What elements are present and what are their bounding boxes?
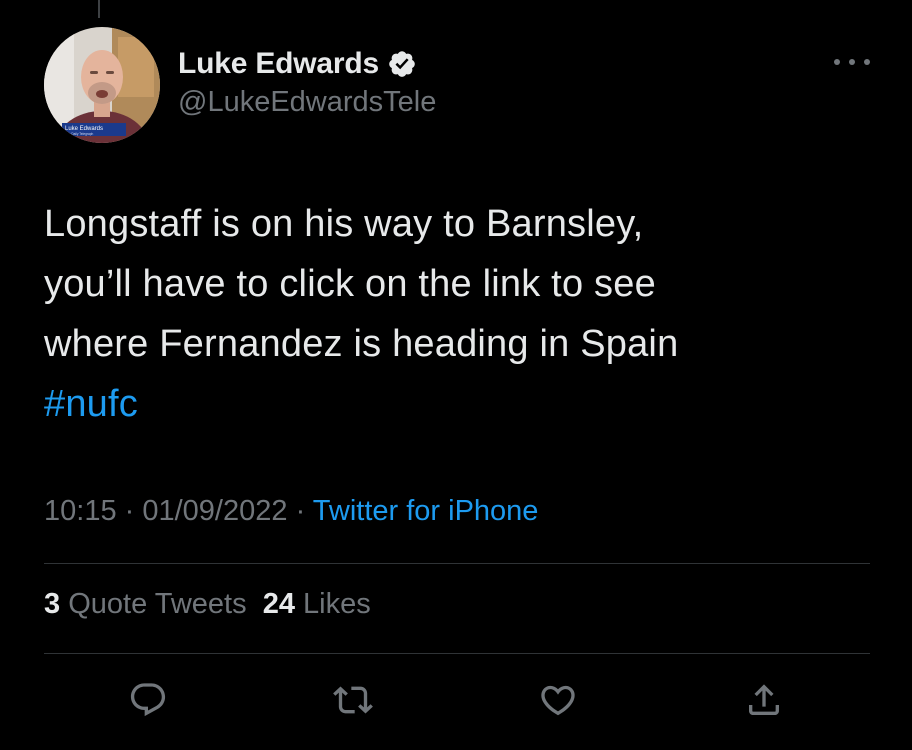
retweet-icon[interactable] <box>333 680 373 720</box>
tweet-line: you’ll have to click on the link to see <box>44 263 656 305</box>
tweet-source-link[interactable]: Twitter for iPhone <box>313 495 539 527</box>
author-name-row[interactable]: Luke Edwards <box>178 44 417 84</box>
verified-badge-icon <box>387 49 417 79</box>
quote-tweets-stat[interactable]: 3 Quote Tweets <box>44 588 247 620</box>
like-icon[interactable] <box>538 680 578 720</box>
tweet-text: Longstaff is on his way to Barnsley, you… <box>44 194 864 434</box>
avatar-photo: Luke Edwards The Daily Telegraph <box>44 27 160 143</box>
quote-tweets-label: Quote Tweets <box>60 588 247 620</box>
thread-connector-line <box>98 0 100 18</box>
tweet-line: Longstaff is on his way to Barnsley, <box>44 203 644 245</box>
likes-stat[interactable]: 24 Likes <box>263 588 371 620</box>
reply-icon[interactable] <box>128 680 168 720</box>
more-options-icon[interactable] <box>834 50 870 74</box>
more-dot <box>864 59 870 65</box>
quote-tweets-count: 3 <box>44 588 61 620</box>
divider <box>44 563 870 564</box>
author-handle[interactable]: @LukeEdwardsTele <box>178 86 436 119</box>
display-name[interactable]: Luke Edwards <box>178 47 379 81</box>
meta-separator: · <box>287 495 313 527</box>
more-dot <box>834 59 840 65</box>
hashtag-link[interactable]: #nufc <box>44 383 138 425</box>
tweet-date[interactable]: 01/09/2022 <box>142 495 287 527</box>
avatar-caption-org: The Daily Telegraph <box>65 132 94 136</box>
share-icon[interactable] <box>744 680 784 720</box>
meta-separator: · <box>116 495 143 527</box>
more-dot <box>849 59 855 65</box>
divider <box>44 653 870 654</box>
avatar[interactable]: Luke Edwards The Daily Telegraph <box>44 27 160 143</box>
likes-count: 24 <box>262 588 295 620</box>
tweet-meta: 10:15 · 01/09/2022 · Twitter for iPhone <box>44 495 538 528</box>
tweet-time[interactable]: 10:15 <box>44 495 117 527</box>
tweet-actions-bar <box>0 680 912 724</box>
engagement-stats: 3 Quote Tweets 24 Likes <box>44 588 371 621</box>
tweet-line: where Fernandez is heading in Spain <box>44 323 679 365</box>
likes-label: Likes <box>295 588 371 620</box>
